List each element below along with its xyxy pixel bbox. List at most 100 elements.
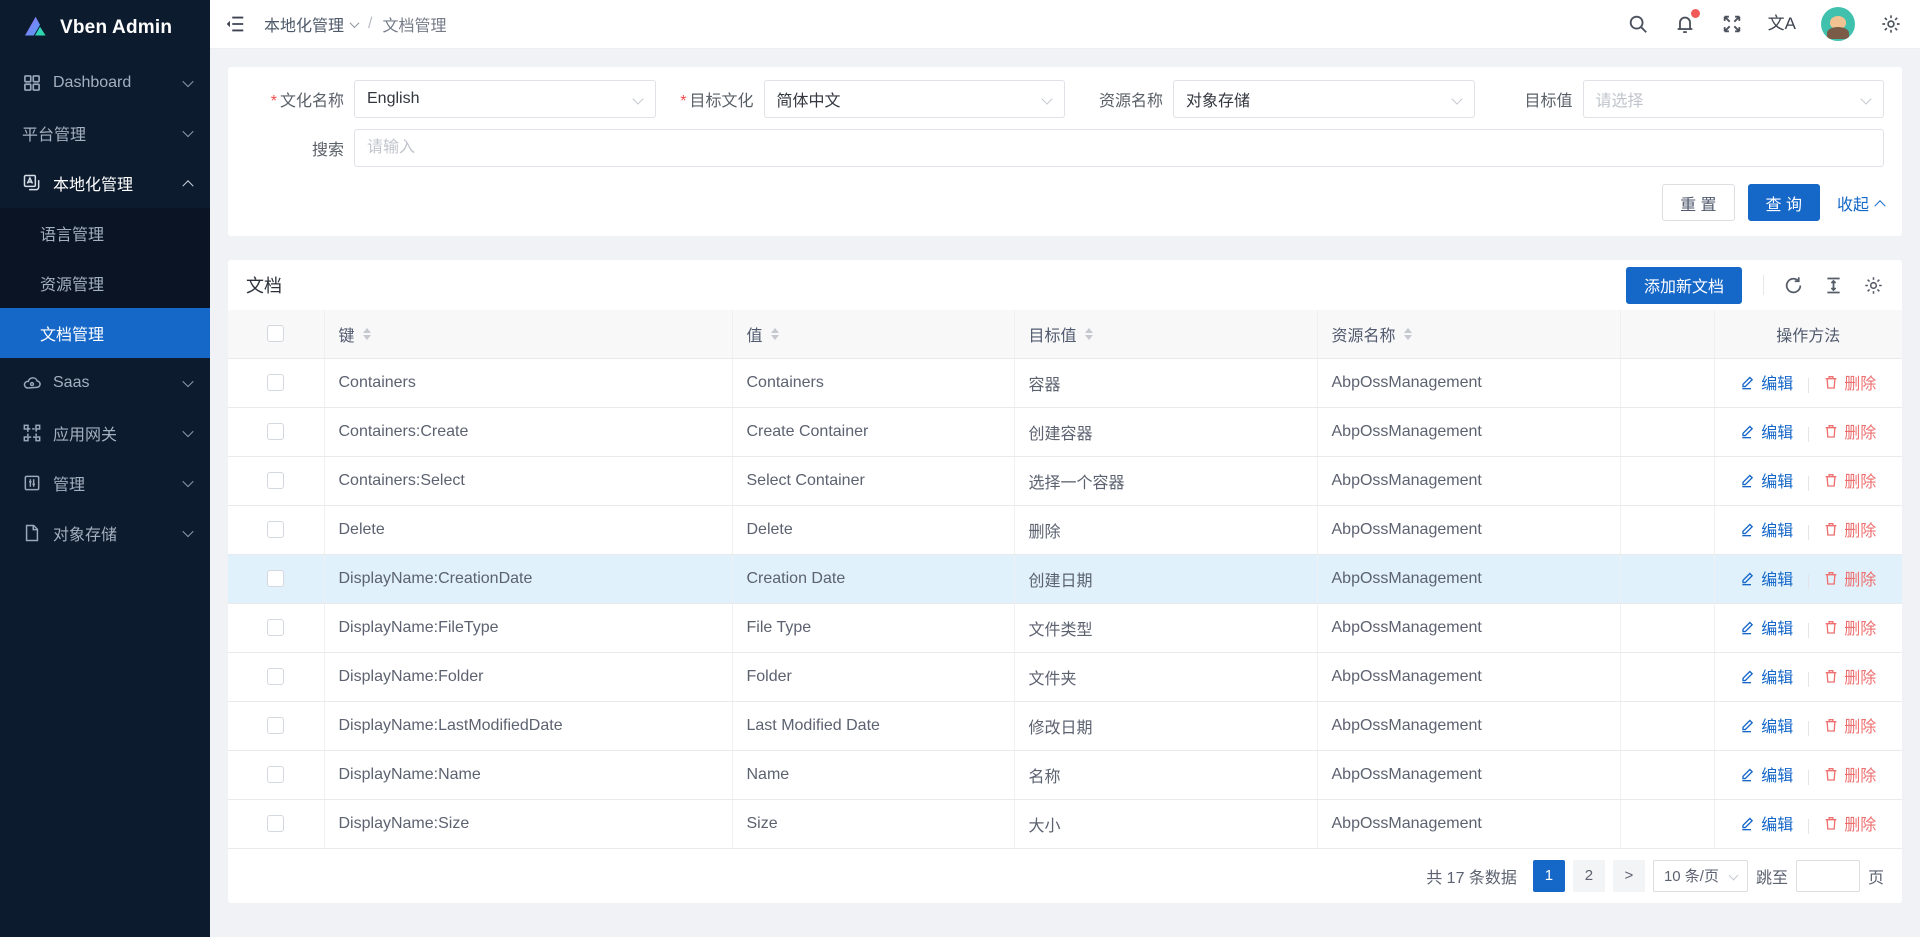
cell-target-value: 创建容器	[1014, 407, 1317, 456]
chevron-down-icon	[1860, 93, 1871, 104]
row-height-icon[interactable]	[1823, 275, 1844, 296]
cell-resource-name: AbpOssManagement	[1317, 603, 1620, 652]
sidebar-item-label: Dashboard	[53, 74, 184, 92]
chevron-down-icon	[182, 126, 193, 137]
row-checkbox[interactable]	[267, 766, 284, 783]
sidebar-item-resource-management[interactable]: 资源管理	[0, 258, 210, 308]
action-divider	[1808, 525, 1809, 540]
page-button-1[interactable]: 1	[1533, 860, 1565, 892]
delete-button[interactable]: 删除	[1823, 370, 1876, 394]
edit-button[interactable]: 编辑	[1740, 811, 1793, 835]
avatar[interactable]	[1821, 7, 1855, 41]
column-header-value[interactable]: 值	[732, 310, 1014, 358]
search-input[interactable]	[354, 129, 1884, 167]
row-checkbox[interactable]	[267, 668, 284, 685]
edit-button[interactable]: 编辑	[1740, 370, 1793, 394]
cell-value: Select Container	[732, 456, 1014, 505]
sort-icon[interactable]	[363, 328, 371, 340]
table-header-bar: 文档 添加新文档	[228, 260, 1902, 310]
sort-icon[interactable]	[1085, 328, 1093, 340]
pagination-total: 共 17 条数据	[1426, 864, 1517, 888]
menu-fold-icon[interactable]	[224, 13, 246, 35]
sidebar-item-document-management[interactable]: 文档管理	[0, 308, 210, 358]
chevron-down-icon	[182, 376, 193, 387]
sidebar-item-dashboard[interactable]: Dashboard	[0, 58, 210, 108]
select-all-checkbox[interactable]	[267, 325, 284, 342]
dashboard-icon	[22, 73, 42, 93]
reset-button[interactable]: 重 置	[1662, 184, 1734, 221]
delete-button[interactable]: 删除	[1823, 419, 1876, 443]
edit-button[interactable]: 编辑	[1740, 615, 1793, 639]
sidebar-item-language-management[interactable]: 语言管理	[0, 208, 210, 258]
breadcrumb-root[interactable]: 本地化管理	[264, 12, 358, 36]
action-divider	[1808, 672, 1809, 687]
jump-page-input[interactable]	[1796, 860, 1860, 892]
row-checkbox[interactable]	[267, 472, 284, 489]
row-checkbox[interactable]	[267, 521, 284, 538]
documents-table: 键 值 目标值 资源名称	[228, 310, 1902, 849]
sidebar-item-label: Saas	[53, 374, 184, 392]
edit-button[interactable]: 编辑	[1740, 419, 1793, 443]
edit-button[interactable]: 编辑	[1740, 762, 1793, 786]
translate-icon[interactable]: 文A	[1768, 13, 1796, 35]
delete-button[interactable]: 删除	[1823, 664, 1876, 688]
sidebar-item-object-storage[interactable]: 对象存储	[0, 508, 210, 558]
delete-button[interactable]: 删除	[1823, 811, 1876, 835]
row-checkbox[interactable]	[267, 423, 284, 440]
target-value-select[interactable]: 请选择	[1583, 80, 1885, 118]
page-button-2[interactable]: 2	[1573, 860, 1605, 892]
cell-target-value: 大小	[1014, 799, 1317, 848]
row-checkbox[interactable]	[267, 717, 284, 734]
cell-empty	[1620, 603, 1714, 652]
cell-key: DisplayName:Name	[324, 750, 732, 799]
target-culture-select[interactable]: 简体中文	[764, 80, 1066, 118]
row-checkbox[interactable]	[267, 570, 284, 587]
column-header-resource-name[interactable]: 资源名称	[1317, 310, 1620, 358]
edit-button[interactable]: 编辑	[1740, 566, 1793, 590]
delete-button[interactable]: 删除	[1823, 762, 1876, 786]
next-page-button[interactable]: >	[1613, 860, 1645, 892]
edit-button[interactable]: 编辑	[1740, 468, 1793, 492]
culture-name-select[interactable]: English	[354, 80, 656, 118]
column-header-key[interactable]: 键	[324, 310, 732, 358]
column-header-target-value[interactable]: 目标值	[1014, 310, 1317, 358]
row-checkbox[interactable]	[267, 619, 284, 636]
cell-target-value: 名称	[1014, 750, 1317, 799]
sidebar-item-gateway[interactable]: 应用网关	[0, 408, 210, 458]
resource-name-select[interactable]: 对象存储	[1173, 80, 1475, 118]
sort-icon[interactable]	[1404, 328, 1412, 340]
table-header-row: 键 值 目标值 资源名称	[228, 310, 1902, 358]
sort-icon[interactable]	[771, 328, 779, 340]
action-divider	[1808, 378, 1809, 393]
delete-button[interactable]: 删除	[1823, 615, 1876, 639]
sidebar-item-platform[interactable]: 平台管理	[0, 108, 210, 158]
row-checkbox[interactable]	[267, 815, 284, 832]
sidebar-item-saas[interactable]: Saas	[0, 358, 210, 408]
collapse-link[interactable]: 收起	[1837, 191, 1884, 215]
fullscreen-icon[interactable]	[1721, 13, 1743, 35]
row-checkbox[interactable]	[267, 374, 284, 391]
sidebar-item-localization[interactable]: 本地化管理	[0, 158, 210, 208]
search-icon[interactable]	[1627, 13, 1649, 35]
bell-icon[interactable]	[1674, 13, 1696, 35]
delete-button[interactable]: 删除	[1823, 566, 1876, 590]
toolbar-divider	[1763, 275, 1764, 295]
refresh-icon[interactable]	[1783, 275, 1804, 296]
trash-icon	[1823, 570, 1839, 586]
trash-icon	[1823, 521, 1839, 537]
edit-button[interactable]: 编辑	[1740, 664, 1793, 688]
sidebar-item-management[interactable]: 管理	[0, 458, 210, 508]
page-size-select[interactable]: 10 条/页	[1653, 860, 1748, 892]
gear-icon[interactable]	[1880, 13, 1902, 35]
add-document-button[interactable]: 添加新文档	[1626, 267, 1742, 304]
column-settings-gear-icon[interactable]	[1863, 275, 1884, 296]
app-logo[interactable]: Vben Admin	[0, 0, 210, 56]
delete-button[interactable]: 删除	[1823, 468, 1876, 492]
edit-button[interactable]: 编辑	[1740, 517, 1793, 541]
cell-actions: 编辑 删除	[1714, 603, 1902, 652]
edit-button[interactable]: 编辑	[1740, 713, 1793, 737]
table-row: Containers:Create Create Container 创建容器 …	[228, 407, 1902, 456]
delete-button[interactable]: 删除	[1823, 517, 1876, 541]
query-button[interactable]: 查 询	[1748, 184, 1820, 221]
delete-button[interactable]: 删除	[1823, 713, 1876, 737]
